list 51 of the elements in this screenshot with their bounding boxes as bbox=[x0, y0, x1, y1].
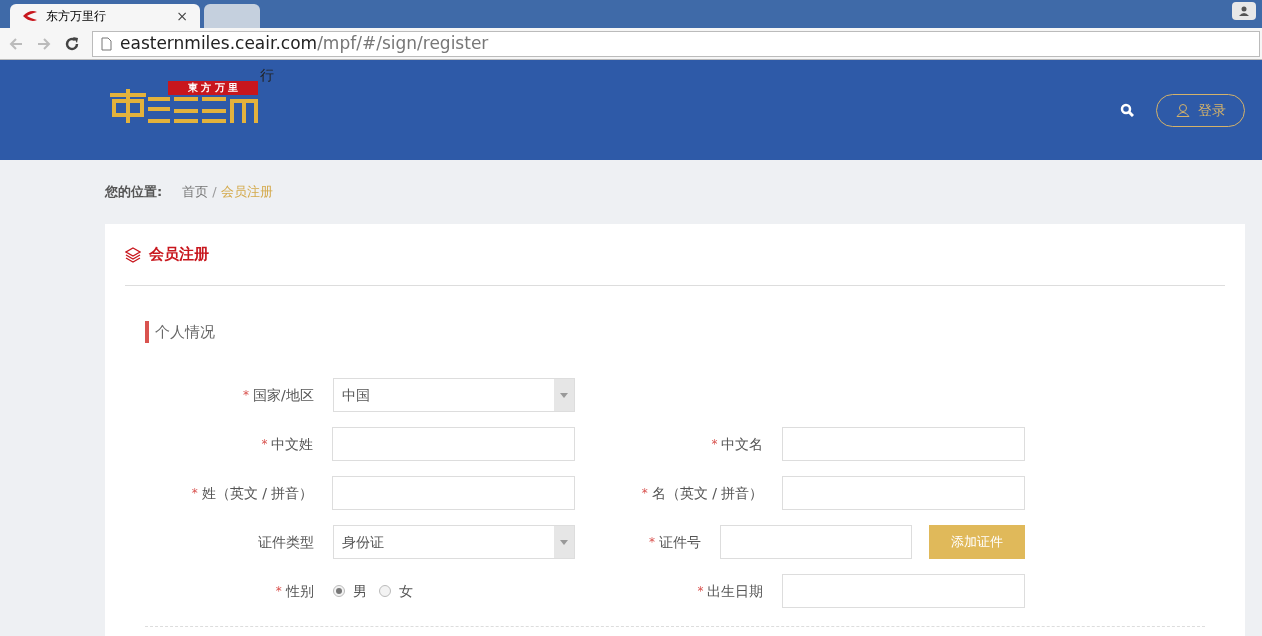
field-label: 证件号 bbox=[659, 532, 701, 552]
page-icon bbox=[101, 36, 112, 51]
radio-label: 男 bbox=[352, 581, 367, 601]
airline-logo-icon bbox=[22, 11, 38, 21]
browser-tab[interactable] bbox=[204, 4, 260, 28]
address-bar[interactable]: easternmiles.ceair.com/mpf/#/sign/register bbox=[92, 30, 1260, 57]
dropdown-caret-icon bbox=[554, 526, 574, 558]
user-icon[interactable] bbox=[1232, 2, 1256, 20]
layers-icon bbox=[125, 246, 141, 263]
search-icon[interactable] bbox=[1120, 103, 1134, 117]
required-mark: * bbox=[275, 583, 282, 600]
radio-button[interactable] bbox=[332, 585, 345, 597]
input-field[interactable] bbox=[332, 427, 575, 461]
input-field[interactable] bbox=[782, 427, 1025, 461]
section-title: 个人情况 bbox=[145, 321, 215, 343]
logo-banner: 東 方 万 里 bbox=[168, 81, 258, 95]
radio-label: 女 bbox=[398, 581, 413, 601]
field-label: 姓（英文 / 拼音） bbox=[201, 483, 314, 503]
field-label: 中文名 bbox=[721, 434, 764, 454]
required-mark: * bbox=[191, 485, 198, 502]
tab-title: 东方万里行 bbox=[46, 8, 107, 25]
field-label: 证件类型 bbox=[257, 532, 314, 552]
input-field[interactable] bbox=[782, 574, 1025, 608]
breadcrumb-link[interactable]: 首页 bbox=[182, 182, 209, 202]
field-label: 性别 bbox=[285, 581, 314, 601]
browser-tab[interactable]: 东方万里行 × bbox=[10, 4, 200, 28]
card-title: 会员注册 bbox=[149, 244, 209, 266]
required-mark: * bbox=[649, 534, 655, 551]
select-field[interactable]: 中国 bbox=[332, 378, 575, 412]
field-label: 出生日期 bbox=[707, 581, 764, 601]
dropdown-caret-icon bbox=[554, 379, 574, 411]
field-label: 中文姓 bbox=[271, 434, 314, 454]
select-field[interactable]: 身份证 bbox=[332, 525, 575, 559]
required-mark: * bbox=[711, 436, 718, 453]
field-label: 名（英文 / 拼音） bbox=[651, 483, 764, 503]
input-field[interactable] bbox=[332, 476, 575, 510]
url-text: easternmiles.ceair.com/mpf/#/sign/register bbox=[120, 31, 489, 55]
logo-mark: 行 bbox=[260, 66, 274, 85]
required-mark: * bbox=[242, 387, 249, 404]
user-icon bbox=[1175, 103, 1190, 117]
breadcrumb-separator: / bbox=[212, 183, 217, 202]
input-field[interactable] bbox=[720, 525, 912, 559]
required-mark: * bbox=[697, 583, 704, 600]
reload-icon[interactable] bbox=[64, 35, 80, 52]
close-tab-button[interactable]: × bbox=[176, 5, 188, 27]
radio-button[interactable] bbox=[378, 585, 391, 597]
required-mark: * bbox=[261, 436, 268, 453]
required-mark: * bbox=[641, 485, 648, 502]
field-label: 国家/地区 bbox=[252, 385, 314, 405]
breadcrumb-label: 您的位置: bbox=[105, 183, 163, 202]
input-field[interactable] bbox=[782, 476, 1025, 510]
